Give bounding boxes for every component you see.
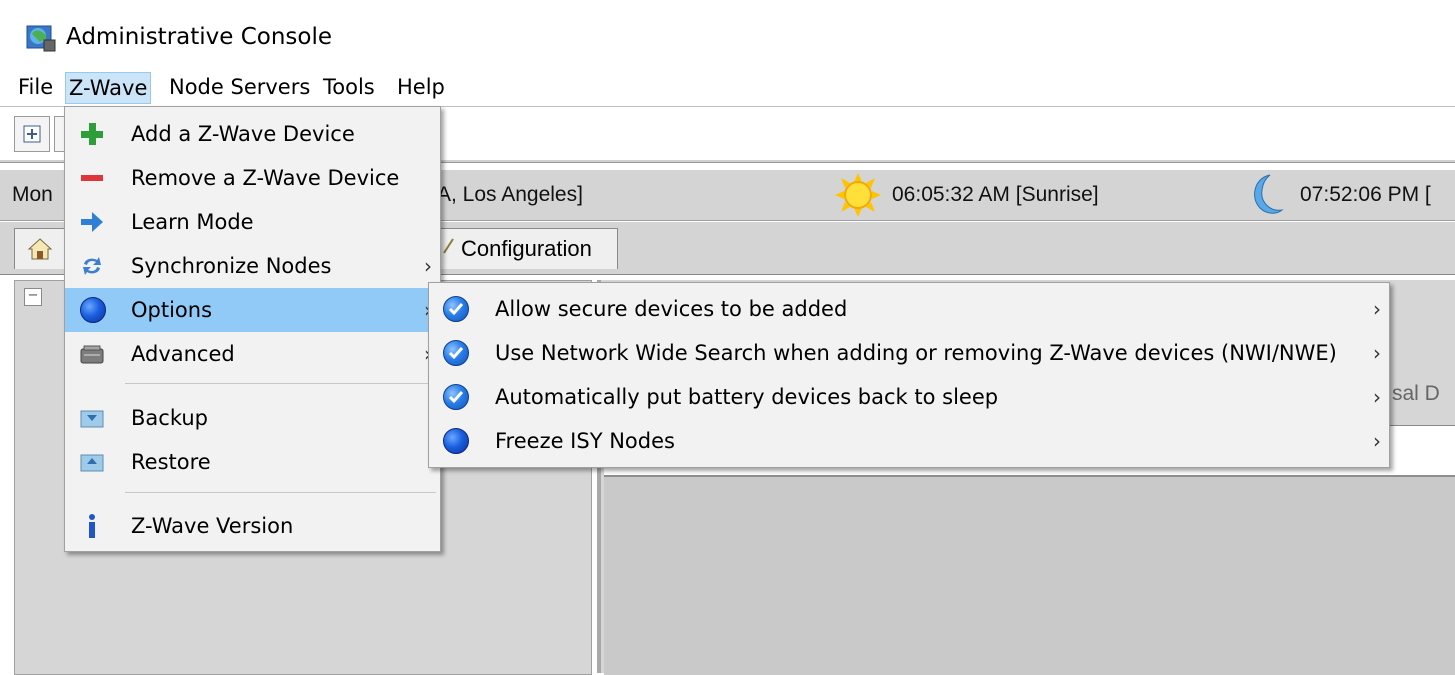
menu-item-remove-device[interactable]: Remove a Z-Wave Device [65,156,440,200]
pencil-icon [443,238,454,254]
minus-icon [81,175,103,181]
submenu-arrow-icon: › [1373,429,1381,453]
menu-item-label: Options [131,298,213,322]
submenu-arrow-icon: › [1373,385,1381,409]
sun-icon [835,173,881,217]
menu-item-advanced[interactable]: Advanced › [65,332,440,376]
checked-icon [443,296,469,322]
menu-item-add-device[interactable]: Add a Z-Wave Device [65,112,440,156]
collapse-node-icon[interactable]: − [24,288,42,306]
menu-zwave[interactable]: Z-Wave [65,72,152,104]
menu-item-label: Backup [131,406,208,430]
submenu-arrow-icon: › [1373,297,1381,321]
tab-configuration[interactable]: Configuration [438,228,618,269]
checked-icon [443,340,469,366]
tab-home[interactable] [14,228,66,269]
status-location: A, Los Angeles] [437,183,583,206]
menu-item-restore[interactable]: Restore [65,440,440,484]
plus-icon [81,123,103,145]
menu-bar: File Z-Wave Node Servers Tools Help [0,66,1455,107]
arrow-right-icon [81,212,103,232]
restore-icon [80,454,104,472]
expand-tree-button[interactable] [14,116,50,152]
content-body [604,475,1455,675]
menu-tools[interactable]: Tools [320,72,378,102]
menu-item-label: Remove a Z-Wave Device [131,166,400,190]
menu-item-label: Add a Z-Wave Device [131,122,355,146]
status-sunset: 07:52:06 PM [ [1300,183,1431,206]
checked-icon [443,384,469,410]
backup-icon [80,410,104,428]
info-icon [89,514,95,538]
menu-item-synchronize-nodes[interactable]: Synchronize Nodes › [65,244,440,288]
menu-file[interactable]: File [15,72,56,102]
submenu-item-label: Use Network Wide Search when adding or r… [495,341,1337,365]
status-sunrise: 06:05:32 AM [Sunrise] [892,183,1099,206]
menu-separator [125,383,436,384]
status-date: Mon [12,183,53,206]
expand-icon [23,125,41,143]
menu-item-label: Learn Mode [131,210,254,234]
menu-separator [125,492,436,493]
moon-icon [1254,174,1284,214]
menu-item-label: Z-Wave Version [131,514,294,538]
menu-item-learn-mode[interactable]: Learn Mode [65,200,440,244]
menu-item-label: Synchronize Nodes [131,254,332,278]
submenu-item-label: Automatically put battery devices back t… [495,385,999,409]
home-icon [27,238,53,260]
app-icon [26,25,56,52]
menu-item-options[interactable]: Options › [65,288,440,332]
zwave-menu: Add a Z-Wave Device Remove a Z-Wave Devi… [64,106,441,552]
menu-item-label: Restore [131,450,211,474]
sync-icon [83,257,101,275]
submenu-item-label: Allow secure devices to be added [495,297,848,321]
menu-item-zwave-version[interactable]: Z-Wave Version [65,504,440,548]
menu-item-backup[interactable]: Backup [65,396,440,440]
menu-item-label: Advanced [131,342,235,366]
partial-label: sal D [1392,382,1440,405]
submenu-arrow-icon: › [1373,341,1381,365]
submenu-item-allow-secure[interactable]: Allow secure devices to be added › [429,287,1389,331]
radio-dot-icon [443,428,469,454]
menu-node-servers[interactable]: Node Servers [166,72,313,102]
options-submenu: Allow secure devices to be added › Use N… [428,282,1390,468]
options-dot-icon [80,297,106,323]
menu-help[interactable]: Help [394,72,448,102]
advanced-icon [80,345,104,364]
submenu-item-network-wide-search[interactable]: Use Network Wide Search when adding or r… [429,331,1389,375]
tab-configuration-label: Configuration [461,236,592,261]
submenu-item-battery-sleep[interactable]: Automatically put battery devices back t… [429,375,1389,419]
submenu-item-freeze-isy-nodes[interactable]: Freeze ISY Nodes › [429,419,1389,463]
submenu-item-label: Freeze ISY Nodes [495,429,675,453]
window-title: Administrative Console [66,24,333,50]
